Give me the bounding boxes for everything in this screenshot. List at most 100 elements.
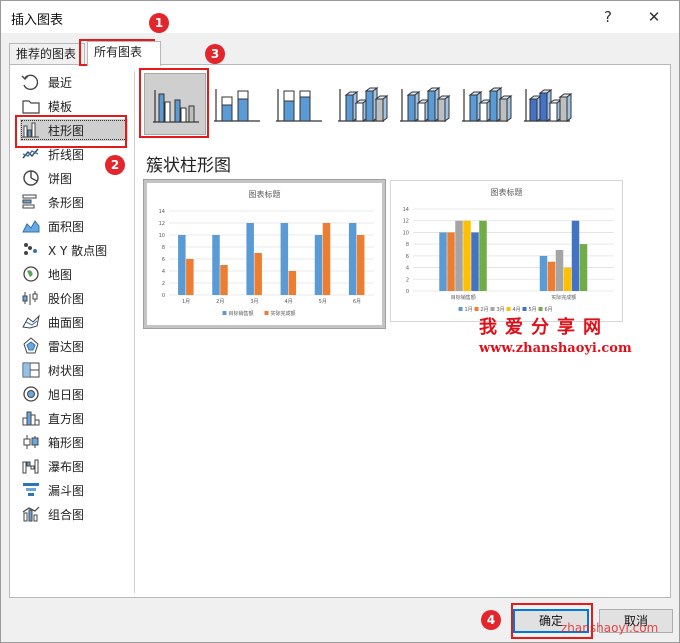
bar-1月-实际完成额	[539, 255, 548, 291]
y-tick-label: 4	[162, 269, 165, 275]
subtype-3d-100-stacked-column[interactable]	[454, 73, 516, 135]
sidebar-item-box-whisker-chart[interactable]: 箱形图	[20, 431, 128, 453]
funnel-chart-icon	[20, 480, 42, 500]
sidebar-item-treemap-chart[interactable]: 树状图	[20, 359, 128, 381]
sidebar-item-funnel-chart[interactable]: 漏斗图	[20, 479, 128, 501]
y-tick-label: 0	[162, 293, 165, 299]
sidebar-item-label: 地图	[48, 267, 73, 282]
close-button[interactable]: ✕	[639, 5, 669, 29]
sidebar-item-template-folder[interactable]: 模板	[20, 95, 128, 117]
bar-实际完成额-5月	[322, 223, 331, 295]
bar-目标销售额-1月	[178, 235, 186, 295]
subtype-3d-column[interactable]	[516, 73, 578, 135]
subtype-3d-clustered-column[interactable]	[330, 73, 392, 135]
scatter-chart-icon	[20, 240, 42, 260]
sidebar-item-label: 组合图	[48, 507, 85, 522]
sidebar-item-recent[interactable]: 最近	[20, 71, 128, 93]
box-whisker-chart-icon	[20, 432, 42, 452]
watermark-url: www.zhanshaoyi.com	[479, 341, 632, 356]
step-badge-3: 3	[205, 44, 225, 64]
legend-label: 目标销售额	[229, 310, 254, 317]
y-tick-label: 12	[403, 219, 409, 225]
bar-1月-目标销售额	[439, 232, 447, 291]
x-tick-label: 5月	[319, 299, 327, 305]
y-tick-label: 6	[406, 254, 409, 260]
sidebar-item-label: 漏斗图	[48, 483, 85, 498]
x-tick-label: 实际完成额	[551, 294, 576, 301]
tab-all-charts[interactable]: 所有图表	[87, 41, 161, 66]
bar-实际完成额-3月	[254, 253, 262, 295]
bar-chart-icon	[20, 192, 42, 212]
y-tick-label: 2	[162, 281, 165, 287]
y-tick-label: 10	[403, 230, 409, 236]
sidebar-item-label: 条形图	[48, 195, 85, 210]
callout-box-clustered-column	[139, 68, 209, 138]
y-tick-label: 2	[406, 277, 409, 283]
legend-swatch	[458, 307, 463, 311]
y-tick-label: 12	[159, 221, 165, 227]
subtype-stacked-column[interactable]	[206, 73, 268, 135]
histogram-chart-icon	[20, 408, 42, 428]
sidebar-item-label: 直方图	[48, 411, 85, 426]
sidebar-item-surface-chart[interactable]: 曲面图	[20, 311, 128, 333]
subtype-100-stacked-column[interactable]	[268, 73, 330, 135]
sidebar-item-radar-chart[interactable]: 雷达图	[20, 335, 128, 357]
sidebar-item-waterfall-chart[interactable]: 瀑布图	[20, 455, 128, 477]
chart-preview-1[interactable]: 图表标题 0 2 4 6 8 10 12 14 1月 2月 3月 4月 5月 6月 目标销售额 实际完成额	[143, 179, 386, 329]
bar-5月-目标销售额	[471, 232, 479, 291]
tab-strip: 推荐的图表 所有图表	[9, 41, 671, 66]
100-stacked-column-icon	[268, 89, 330, 138]
sidebar-item-label: 折线图	[48, 147, 85, 162]
combo-chart-icon	[20, 504, 42, 524]
x-tick-label: 1月	[182, 299, 190, 305]
waterfall-chart-icon	[20, 456, 42, 476]
subtype-title: 簇状柱形图	[146, 156, 231, 176]
step-badge-1: 1	[149, 13, 169, 33]
sidebar-item-stock-chart[interactable]: 股价图	[20, 287, 128, 309]
area-chart-icon	[20, 216, 42, 236]
sidebar-item-area-chart[interactable]: 面积图	[20, 215, 128, 237]
sidebar-item-map-chart[interactable]: 地图	[20, 263, 128, 285]
bar-目标销售额-5月	[314, 235, 323, 295]
legend-swatch	[222, 311, 227, 315]
sidebar-item-scatter-chart[interactable]: X Y 散点图	[20, 239, 128, 261]
legend-label: 实际完成额	[271, 310, 296, 317]
sidebar-item-label: 曲面图	[48, 315, 85, 330]
legend-swatch	[490, 307, 495, 311]
sidebar-item-combo-chart[interactable]: 组合图	[20, 503, 128, 525]
x-tick-label: 4月	[284, 299, 292, 305]
sidebar-item-label: 旭日图	[48, 387, 85, 402]
surface-chart-icon	[20, 312, 42, 332]
chart-preview-2[interactable]: 图表标题 0 2 4 6 8 10 12 14 目标销售额 实际完成额 1月 2月 3月 4月 5月 6月	[390, 180, 623, 322]
sidebar-item-bar-chart[interactable]: 条形图	[20, 191, 128, 213]
panel-divider	[134, 71, 135, 593]
chart-type-sidebar: 最近 模板 柱形图 折线图 饼图 条形图 面积图 X Y 散点图 地图 股价图 曲面图 雷达图 树状图旭…	[14, 71, 134, 591]
bar-实际完成额-1月	[186, 259, 194, 295]
bar-4月-目标销售额	[463, 220, 471, 291]
help-button[interactable]: ?	[593, 5, 623, 29]
insert-chart-dialog: 插入图表 ? ✕ 推荐的图表 所有图表 最近 模板 柱形图 折线图 饼图 条形图 面积图 X …	[0, 0, 680, 643]
step-badge-4: 4	[481, 610, 501, 630]
sidebar-item-label: 饼图	[48, 171, 73, 186]
y-tick-label: 4	[406, 266, 409, 272]
stock-chart-icon	[20, 288, 42, 308]
legend-swatch	[538, 307, 543, 311]
sidebar-item-histogram-chart[interactable]: 直方图	[20, 407, 128, 429]
sidebar-item-label: 最近	[48, 75, 73, 90]
y-tick-label: 8	[162, 245, 165, 251]
bar-目标销售额-3月	[246, 223, 254, 295]
watermark-site-name: 我爱分享网	[479, 317, 609, 338]
x-tick-label: 2月	[216, 299, 224, 305]
bar-实际完成额-6月	[356, 235, 365, 295]
y-tick-label: 10	[159, 233, 165, 239]
subtype-3d-stacked-column[interactable]	[392, 73, 454, 135]
legend-label: 1月	[465, 307, 473, 313]
x-tick-label: 目标销售额	[451, 294, 476, 301]
template-folder-icon	[20, 96, 42, 116]
tab-recommended-charts[interactable]: 推荐的图表	[9, 43, 85, 65]
sidebar-item-sunburst-chart[interactable]: 旭日图	[20, 383, 128, 405]
legend-swatch	[506, 307, 511, 311]
pie-chart-icon	[20, 168, 42, 188]
bar-目标销售额-2月	[212, 235, 220, 295]
bar-4月-实际完成额	[563, 267, 572, 291]
